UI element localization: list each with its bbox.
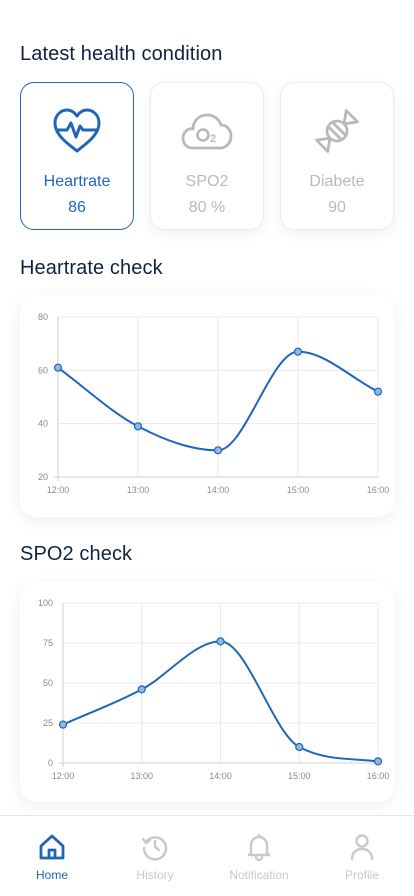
heartrate-card-label: Heartrate (43, 173, 111, 190)
nav-notification-label: Notification (229, 868, 289, 882)
user-icon (347, 832, 377, 862)
spo2-chart-card: 0 25 50 75 100 12:00 13:00 14:00 15:00 16:00 (20, 582, 394, 802)
data-point (137, 685, 146, 694)
spo2-section-title: SPO2 check (20, 543, 133, 565)
o2-cloud-icon: 2 (181, 105, 233, 157)
y-tick-label: 100 (38, 598, 53, 608)
y-tick-label: 80 (38, 312, 48, 322)
y-tick-label: 25 (43, 718, 53, 728)
data-point (133, 422, 143, 431)
bottom-nav: Home History Notification Profile (0, 815, 414, 896)
diabete-card-value: 90 (328, 199, 346, 216)
nav-history[interactable]: History (110, 832, 200, 882)
candy-icon (311, 105, 363, 157)
y-tick-label: 60 (38, 365, 48, 375)
x-tick-label: 16:00 (367, 771, 390, 781)
y-tick-label: 50 (43, 678, 53, 688)
data-point (216, 637, 225, 646)
x-tick-label: 12:00 (52, 771, 75, 781)
diabete-card[interactable]: Diabete 90 (280, 82, 394, 230)
x-tick-label: 14:00 (207, 485, 230, 495)
y-tick-label: 0 (48, 758, 53, 768)
heartrate-card-value: 86 (68, 199, 86, 216)
nav-profile[interactable]: Profile (317, 832, 407, 882)
x-tick-label: 14:00 (209, 771, 232, 781)
x-tick-label: 15:00 (288, 771, 311, 781)
nav-home-label: Home (35, 868, 68, 882)
data-point (58, 720, 68, 729)
home-icon (37, 832, 67, 862)
spo2-card-label: SPO2 (185, 173, 229, 190)
nav-home[interactable]: Home (7, 832, 97, 882)
x-tick-label: 12:00 (47, 485, 70, 495)
svg-text:2: 2 (210, 133, 216, 145)
spo2-chart: 0 25 50 75 100 12:00 13:00 14:00 15:00 16:00 (38, 598, 390, 781)
history-icon (140, 832, 170, 862)
data-point (295, 742, 304, 752)
page-title: Latest health condition (20, 43, 223, 65)
y-tick-label: 40 (38, 419, 48, 429)
data-point (53, 363, 63, 372)
data-point (373, 387, 383, 396)
x-tick-label: 15:00 (287, 485, 310, 495)
data-point (293, 347, 303, 356)
heartrate-section-title: Heartrate check (20, 257, 163, 279)
x-tick-label: 16:00 (367, 485, 390, 495)
x-tick-label: 13:00 (130, 771, 153, 781)
nav-history-label: History (136, 868, 174, 882)
nav-notification[interactable]: Notification (214, 832, 304, 882)
heart-pulse-icon (51, 105, 103, 157)
data-point (213, 446, 223, 455)
diabete-card-label: Diabete (309, 173, 365, 190)
metric-cards: Heartrate 86 2 SPO2 80 % Diabete 90 (20, 82, 394, 230)
heartrate-chart-card: 20 40 60 80 12:00 13:00 14:00 15:00 16:00 (20, 295, 394, 517)
x-tick-label: 13:00 (127, 485, 150, 495)
bell-icon (244, 832, 274, 862)
heartrate-card[interactable]: Heartrate 86 (20, 82, 134, 230)
data-point (373, 757, 383, 766)
nav-profile-label: Profile (344, 868, 379, 882)
spo2-card[interactable]: 2 SPO2 80 % (150, 82, 264, 230)
y-tick-label: 20 (38, 472, 48, 482)
y-tick-label: 75 (43, 638, 53, 648)
spo2-card-value: 80 % (188, 199, 226, 216)
heartrate-chart: 20 40 60 80 12:00 13:00 14:00 15:00 16:00 (38, 312, 390, 495)
